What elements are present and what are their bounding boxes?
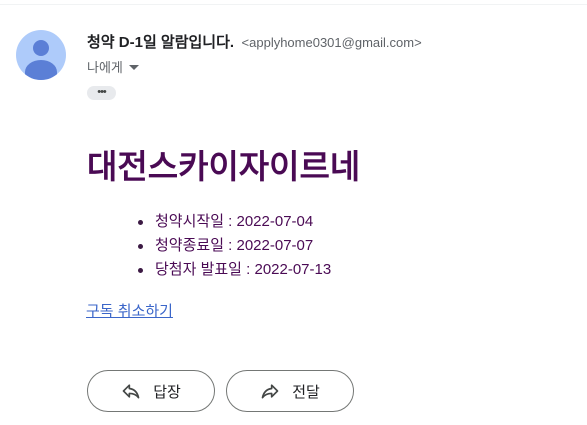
bullet (138, 268, 143, 273)
avatar-head (33, 40, 49, 56)
unsubscribe-link[interactable]: 구독 취소하기 (86, 300, 173, 321)
list-item-text: 청약종료일 : 2022-07-07 (155, 237, 314, 254)
list-item-text: 청약시작일 : 2022-07-04 (155, 213, 314, 230)
forward-label: 전달 (292, 383, 320, 401)
bullet (138, 220, 143, 225)
divider (0, 4, 587, 5)
reply-arrow-icon (122, 384, 140, 399)
forward-button[interactable]: 전달 (226, 370, 354, 412)
schedule-list: 청약시작일 : 2022-07-04 청약종료일 : 2022-07-07 당첨… (136, 210, 331, 282)
list-item: 청약시작일 : 2022-07-04 (136, 210, 331, 234)
sender-avatar[interactable] (16, 30, 66, 80)
caret-down-icon[interactable] (128, 65, 139, 70)
bullet (138, 244, 143, 249)
recipient-label: 나에게 (87, 60, 123, 75)
email-subject: 청약 D-1일 알람입니다. (87, 34, 235, 51)
recipient-details-toggle[interactable]: 나에게 (87, 57, 139, 76)
avatar-body (25, 60, 57, 80)
reply-button[interactable]: 답장 (87, 370, 215, 412)
show-trimmed-content-button[interactable]: ••• (87, 86, 116, 100)
list-item-text: 당첨자 발표일 : 2022-07-13 (155, 261, 332, 278)
email-body-title: 대전스카이자이르네 (87, 148, 361, 185)
email-header: 청약 D-1일 알람입니다. <applyhome0301@gmail.com> (87, 31, 422, 52)
list-item: 당첨자 발표일 : 2022-07-13 (136, 258, 331, 282)
email-view: 청약 D-1일 알람입니다. <applyhome0301@gmail.com>… (0, 0, 587, 425)
reply-label: 답장 (153, 383, 181, 401)
list-item: 청약종료일 : 2022-07-07 (136, 234, 331, 258)
sender-email[interactable]: <applyhome0301@gmail.com> (242, 35, 422, 50)
forward-arrow-icon (261, 384, 279, 399)
